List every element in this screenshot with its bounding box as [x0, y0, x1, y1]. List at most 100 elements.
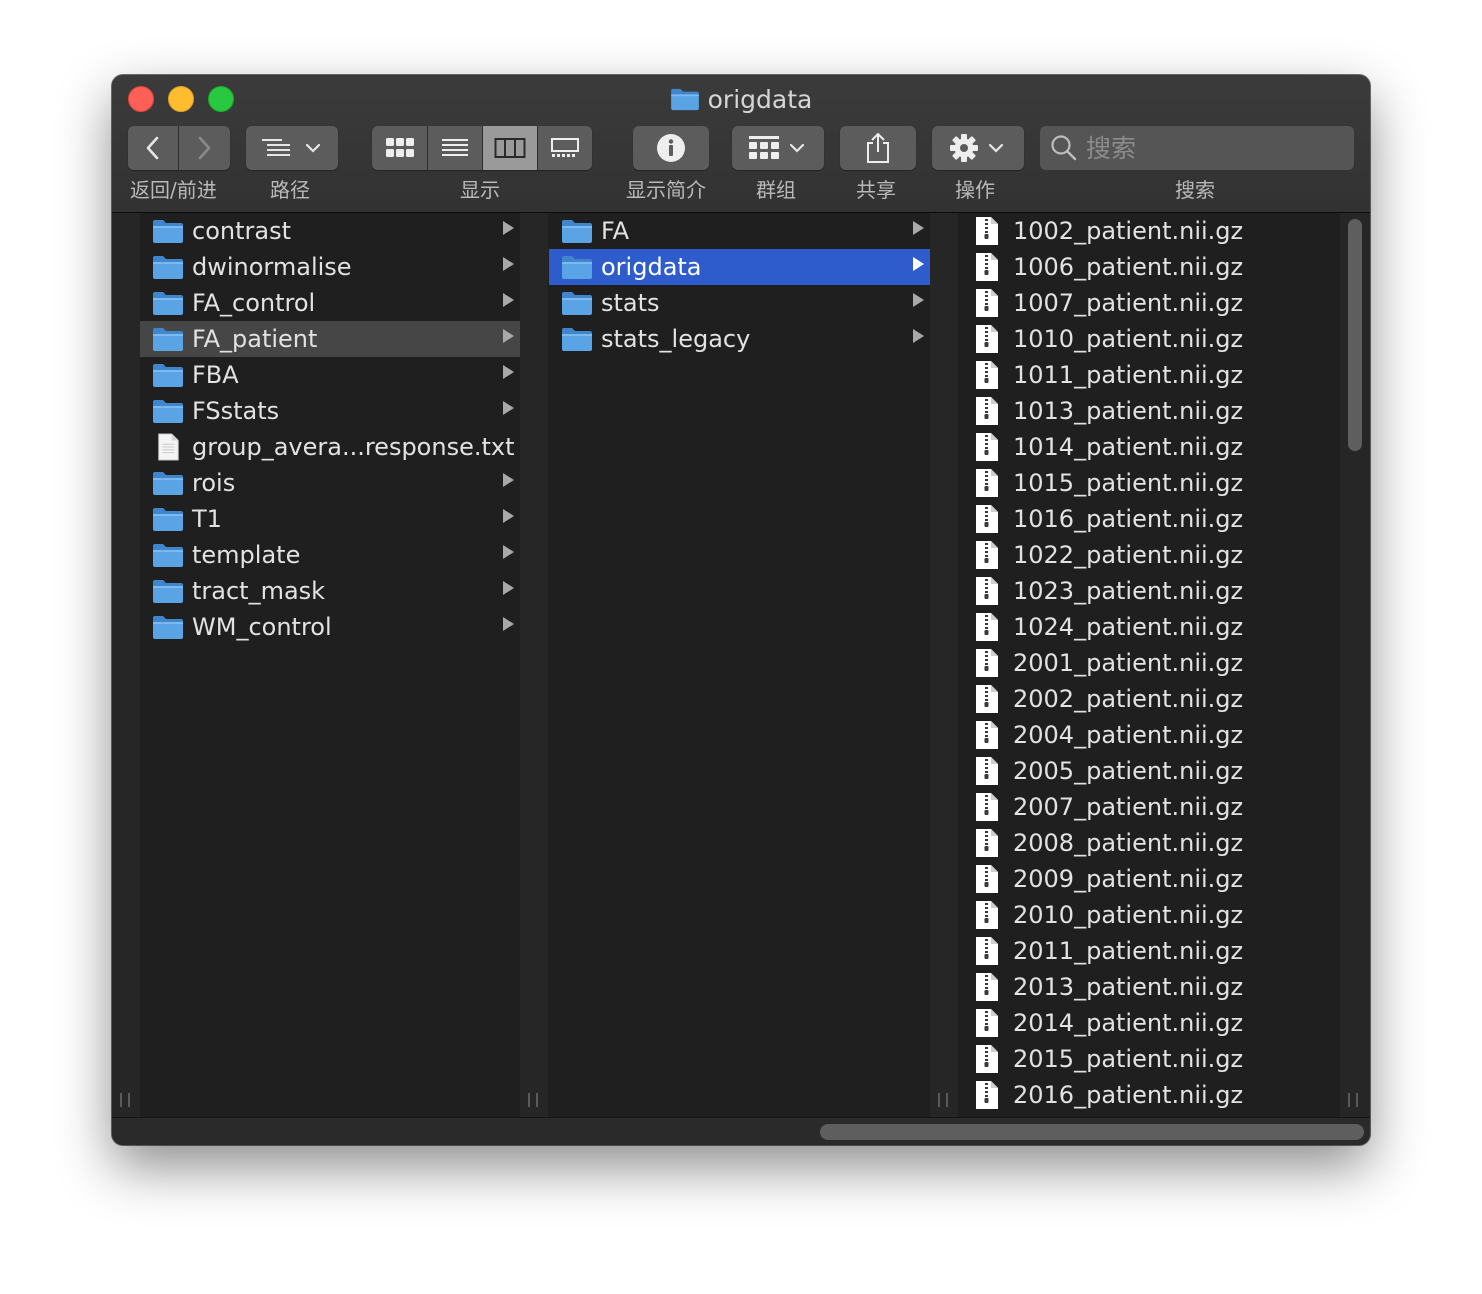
archive-file-icon [975, 540, 999, 570]
file-item[interactable]: 1006_patient.nii.gz [959, 249, 1340, 285]
path-list-icon [262, 139, 290, 156]
file-item[interactable]: 2016_patient.nii.gz [959, 1077, 1340, 1113]
folder-item[interactable]: contrast [140, 213, 520, 249]
group-button[interactable] [732, 126, 824, 170]
file-item[interactable]: 1002_patient.nii.gz [959, 213, 1340, 249]
file-item[interactable]: 1010_patient.nii.gz [959, 321, 1340, 357]
column-resize-handle[interactable] [1348, 1093, 1358, 1107]
file-item[interactable]: 2011_patient.nii.gz [959, 933, 1340, 969]
forward-button[interactable] [177, 126, 230, 170]
column-view-button[interactable] [482, 126, 537, 170]
item-name: 2014_patient.nii.gz [1013, 1009, 1244, 1037]
file-item[interactable]: 2007_patient.nii.gz [959, 789, 1340, 825]
item-name: 1002_patient.nii.gz [1013, 217, 1244, 245]
archive-file-icon [975, 1080, 999, 1110]
horizontal-scrollbar[interactable] [820, 1124, 1364, 1140]
file-item[interactable]: 1024_patient.nii.gz [959, 609, 1340, 645]
item-name: 2005_patient.nii.gz [1013, 757, 1244, 785]
folder-icon [152, 254, 184, 280]
folder-item[interactable]: FBA [140, 357, 520, 393]
column-resize-handle[interactable] [120, 1093, 130, 1107]
item-name: 1013_patient.nii.gz [1013, 397, 1244, 425]
file-item[interactable]: 2010_patient.nii.gz [959, 897, 1340, 933]
horizontal-scrollbar-track [112, 1117, 1370, 1145]
item-name: stats_legacy [601, 325, 751, 353]
get-info-button[interactable] [633, 126, 709, 170]
folder-icon [152, 290, 184, 316]
file-item[interactable]: 1007_patient.nii.gz [959, 285, 1340, 321]
share-label: 共享 [856, 178, 896, 202]
item-name: FA_patient [192, 325, 318, 353]
folder-icon [152, 326, 184, 352]
file-item[interactable]: 1014_patient.nii.gz [959, 429, 1340, 465]
folder-item[interactable]: stats [549, 285, 930, 321]
path-button[interactable] [246, 126, 338, 170]
archive-file-icon [975, 252, 999, 282]
info-label: 显示简介 [626, 178, 706, 202]
file-item[interactable]: 2008_patient.nii.gz [959, 825, 1340, 861]
column-resize-handle[interactable] [528, 1093, 538, 1107]
disclosure-arrow-icon [503, 293, 514, 307]
file-item[interactable]: 2004_patient.nii.gz [959, 717, 1340, 753]
file-item[interactable]: 2009_patient.nii.gz [959, 861, 1340, 897]
column-2: FA origdata stats stats_legacy [549, 213, 930, 1117]
action-button[interactable] [932, 126, 1024, 170]
file-item[interactable]: 2002_patient.nii.gz [959, 681, 1340, 717]
back-button[interactable] [128, 126, 178, 170]
archive-file-icon [975, 324, 999, 354]
file-item[interactable]: 2013_patient.nii.gz [959, 969, 1340, 1005]
column-resize-handle[interactable] [938, 1093, 948, 1107]
text-file-icon [156, 433, 180, 461]
item-name: 2011_patient.nii.gz [1013, 937, 1244, 965]
list-view-icon [442, 139, 468, 156]
info-icon [657, 134, 685, 162]
icon-view-button[interactable] [372, 126, 427, 170]
folder-item[interactable]: template [140, 537, 520, 573]
folder-item[interactable]: T1 [140, 501, 520, 537]
file-item[interactable]: 2001_patient.nii.gz [959, 645, 1340, 681]
archive-file-icon [975, 288, 999, 318]
folder-item[interactable]: WM_control [140, 609, 520, 645]
file-item[interactable]: 1015_patient.nii.gz [959, 465, 1340, 501]
search-field[interactable] [1040, 126, 1354, 170]
item-name: group_avera...response.txt [192, 433, 515, 461]
folder-item[interactable]: FSstats [140, 393, 520, 429]
file-item[interactable]: 1022_patient.nii.gz [959, 537, 1340, 573]
gallery-view-button[interactable] [537, 126, 592, 170]
view-label: 显示 [460, 178, 500, 202]
folder-item[interactable]: rois [140, 465, 520, 501]
file-item[interactable]: 1016_patient.nii.gz [959, 501, 1340, 537]
item-name: 1015_patient.nii.gz [1013, 469, 1244, 497]
item-name: 1014_patient.nii.gz [1013, 433, 1244, 461]
disclosure-arrow-icon [503, 221, 514, 235]
folder-item[interactable]: FA_control [140, 285, 520, 321]
folder-item[interactable]: dwinormalise [140, 249, 520, 285]
column-3: 1002_patient.nii.gz 1006_patient.nii.gz 10… [959, 213, 1340, 1117]
item-name: 2016_patient.nii.gz [1013, 1081, 1244, 1109]
folder-icon [561, 218, 593, 244]
list-view-button[interactable] [427, 126, 482, 170]
disclosure-arrow-icon [913, 221, 924, 235]
search-input[interactable] [1084, 132, 1338, 164]
item-name: FA_control [192, 289, 316, 317]
view-mode-control [372, 126, 592, 170]
file-item[interactable]: 1011_patient.nii.gz [959, 357, 1340, 393]
folder-item[interactable]: FA [549, 213, 930, 249]
file-item[interactable]: 2015_patient.nii.gz [959, 1041, 1340, 1077]
archive-file-icon [975, 504, 999, 534]
share-button[interactable] [840, 126, 916, 170]
file-item[interactable]: group_avera...response.txt [140, 429, 520, 465]
file-item[interactable]: 1013_patient.nii.gz [959, 393, 1340, 429]
folder-icon [152, 362, 184, 388]
file-item[interactable]: 2014_patient.nii.gz [959, 1005, 1340, 1041]
folder-item[interactable]: tract_mask [140, 573, 520, 609]
folder-icon [152, 218, 184, 244]
folder-item[interactable]: stats_legacy [549, 321, 930, 357]
folder-item[interactable]: origdata [549, 249, 930, 285]
vertical-scrollbar[interactable] [1348, 219, 1362, 451]
item-name: 2001_patient.nii.gz [1013, 649, 1244, 677]
folder-item[interactable]: FA_patient [140, 321, 520, 357]
file-item[interactable]: 1023_patient.nii.gz [959, 573, 1340, 609]
file-item[interactable]: 2005_patient.nii.gz [959, 753, 1340, 789]
item-name: 1023_patient.nii.gz [1013, 577, 1244, 605]
